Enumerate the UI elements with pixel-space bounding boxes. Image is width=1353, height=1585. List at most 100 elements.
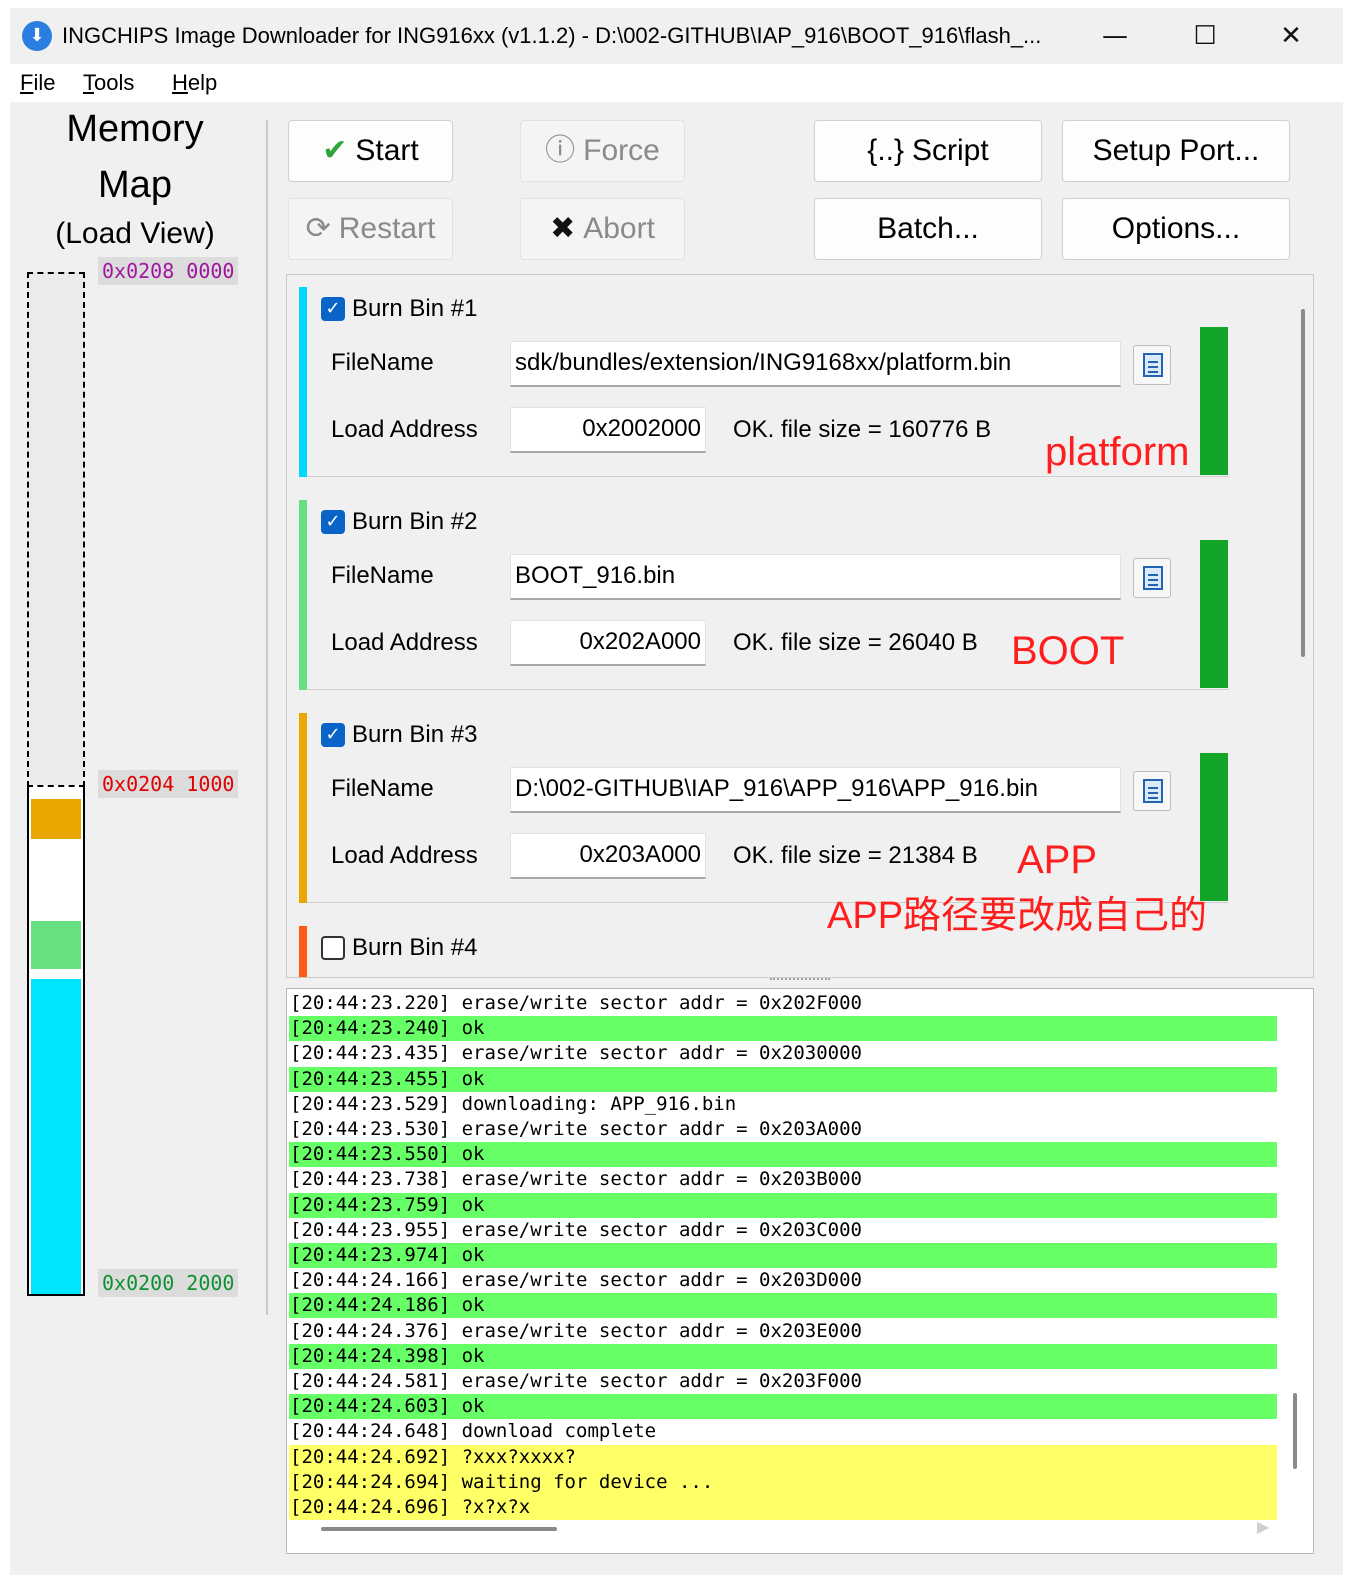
bin-1-filename-input[interactable]: sdk/bundles/extension/ING9168xx/platform… — [510, 341, 1121, 387]
log-message: erase/write sector addr = 0x202F000 — [461, 992, 862, 1014]
log-message: downloading: APP_916.bin — [461, 1092, 737, 1115]
bin-3-filename-label: FileName — [331, 775, 434, 802]
menu-tools-key: T — [83, 70, 94, 95]
log-line: [20:44:23.240] ok — [289, 1016, 1277, 1042]
log-line: [20:44:23.955] erase/write sector addr =… — [289, 1218, 1277, 1243]
bin-3-checkbox[interactable]: ✓ — [321, 723, 345, 747]
minimize-button[interactable]: — — [1070, 8, 1160, 64]
log-line: [20:44:24.692] ?xxx?xxxx? — [289, 1444, 1277, 1470]
bin-3-load-address-label: Load Address — [331, 842, 478, 869]
log-message: ok — [461, 1344, 485, 1367]
bin-4-checkbox[interactable] — [321, 936, 345, 960]
options-button[interactable]: Options... — [1062, 198, 1290, 260]
bin-2-load-address-input[interactable]: 0x202A000 — [510, 620, 706, 666]
bin-2-filename-input[interactable]: BOOT_916.bin — [510, 554, 1121, 600]
burn-bin-4: Burn Bin #4 — [299, 926, 1229, 977]
log-line: [20:44:23.530] erase/write sector addr =… — [289, 1117, 1277, 1142]
bin-3-load-address-input[interactable]: 0x203A000 — [510, 833, 706, 879]
script-label: Script — [912, 134, 989, 167]
burn-bin-2: ✓ Burn Bin #2 FileName BOOT_916.bin Load… — [299, 500, 1229, 690]
log-message: erase/write sector addr = 0x203C000 — [461, 1218, 862, 1241]
bin-3-browse-button[interactable] — [1133, 771, 1171, 811]
start-button[interactable]: ✔ Start — [288, 120, 453, 182]
log-timestamp: [20:44:24.398] — [290, 1344, 451, 1367]
bin-1-load-address-label: Load Address — [331, 416, 478, 443]
bin-1-filename-label: FileName — [331, 349, 434, 376]
log-vertical-scrollbar-thumb[interactable] — [1293, 1393, 1297, 1469]
memory-address-mid: 0x0204 1000 — [98, 770, 239, 798]
bin-1-status: OK. file size = 160776 B — [733, 416, 992, 443]
scroll-right-arrow-icon[interactable]: ▶ — [1257, 1517, 1269, 1536]
bin-1-checkbox[interactable]: ✓ — [321, 297, 345, 321]
log-timestamp: [20:44:23.530] — [290, 1118, 451, 1140]
log-message: erase/write sector addr = 0x203B000 — [461, 1168, 862, 1191]
burn-bins-panel[interactable]: ✓ Burn Bin #1 FileName sdk/bundles/exten… — [286, 274, 1314, 978]
log-line: [20:44:23.759] ok — [289, 1192, 1277, 1218]
annotation-app: APP — [1017, 838, 1098, 882]
force-label: Force — [583, 134, 660, 167]
close-button[interactable]: ✕ — [1246, 8, 1336, 64]
maximize-button[interactable]: ☐ — [1160, 8, 1250, 64]
menu-file[interactable]: File — [20, 68, 55, 98]
log-panel[interactable]: [20:44:23.220] erase/write sector addr =… — [286, 988, 1314, 1554]
log-timestamp: [20:44:23.220] — [290, 992, 451, 1014]
start-label: Start — [355, 134, 419, 167]
log-message: erase/write sector addr = 0x203F000 — [461, 1370, 862, 1392]
log-line: [20:44:23.220] erase/write sector addr =… — [289, 991, 1277, 1016]
log-message: ?x?x?x — [461, 1496, 531, 1518]
menu-help-label: elp — [187, 70, 218, 95]
bin-4-label: Burn Bin #4 — [352, 934, 478, 961]
abort-button[interactable]: ✖ Abort — [520, 198, 685, 260]
log-message: download complete — [461, 1420, 657, 1443]
title-bar[interactable]: ⬇ INGCHIPS Image Downloader for ING916xx… — [10, 8, 1343, 64]
log-message: ok — [461, 1067, 485, 1090]
bin-2-browse-button[interactable] — [1133, 558, 1171, 598]
log-timestamp: [20:44:23.455] — [290, 1067, 451, 1090]
memory-map-title-2: Map — [98, 164, 172, 206]
log-line: [20:44:24.696] ?x?x?x — [289, 1495, 1277, 1520]
file-icon — [1143, 566, 1163, 590]
bin-1-color-strip — [299, 287, 307, 477]
file-icon — [1143, 353, 1163, 377]
memory-address-bottom: 0x0200 2000 — [98, 1269, 239, 1297]
burn-bin-1: ✓ Burn Bin #1 FileName sdk/bundles/exten… — [299, 287, 1229, 477]
batch-button[interactable]: Batch... — [814, 198, 1042, 260]
bin-1-browse-button[interactable] — [1133, 345, 1171, 385]
memory-segment-boot — [31, 921, 81, 969]
menu-help[interactable]: Help — [172, 68, 217, 98]
bin-2-progress-bar — [1200, 540, 1228, 688]
log-line: [20:44:23.738] erase/write sector addr =… — [289, 1167, 1277, 1192]
menu-tools[interactable]: Tools — [83, 68, 134, 98]
setup-port-button[interactable]: Setup Port... — [1062, 120, 1290, 182]
panel-splitter[interactable] — [770, 978, 830, 984]
restart-button[interactable]: ⟳ Restart — [288, 198, 453, 260]
log-timestamp: [20:44:23.955] — [290, 1218, 451, 1241]
menu-tools-label: ools — [94, 70, 135, 95]
menu-file-label: ile — [33, 70, 56, 95]
log-timestamp: [20:44:24.648] — [290, 1420, 451, 1443]
log-timestamp: [20:44:23.240] — [290, 1017, 451, 1040]
log-horizontal-scrollbar-thumb[interactable] — [321, 1527, 557, 1531]
force-button[interactable]: ⓘ Force — [520, 120, 685, 182]
bin-2-checkbox[interactable]: ✓ — [321, 510, 345, 534]
bins-scrollbar-thumb[interactable] — [1301, 309, 1305, 657]
window-title: INGCHIPS Image Downloader for ING916xx (… — [62, 23, 1042, 48]
log-line: [20:44:24.648] download complete — [289, 1419, 1277, 1444]
bin-1-label: Burn Bin #1 — [352, 295, 478, 322]
bin-1-load-address-input[interactable]: 0x2002000 — [510, 407, 706, 453]
bin-3-label: Burn Bin #3 — [352, 721, 478, 748]
log-message: erase/write sector addr = 0x2030000 — [461, 1042, 862, 1065]
log-line: [20:44:24.186] ok — [289, 1293, 1277, 1319]
log-timestamp: [20:44:23.550] — [290, 1143, 451, 1166]
bin-1-progress-bar — [1200, 327, 1228, 475]
log-line: [20:44:24.166] erase/write sector addr =… — [289, 1268, 1277, 1293]
log-message: erase/write sector addr = 0x203E000 — [461, 1319, 862, 1342]
bin-3-filename-input[interactable]: D:\002-GITHUB\IAP_916\APP_916\APP_916.bi… — [510, 767, 1121, 813]
script-button[interactable]: {..} Script — [814, 120, 1042, 182]
info-icon: ⓘ — [545, 134, 576, 167]
log-line: [20:44:23.529] downloading: APP_916.bin — [289, 1092, 1277, 1117]
log-message: ok — [461, 1294, 485, 1317]
log-timestamp: [20:44:23.529] — [290, 1092, 451, 1115]
menu-bar: File Tools Help — [10, 64, 1343, 102]
bin-2-status: OK. file size = 26040 B — [733, 629, 978, 656]
